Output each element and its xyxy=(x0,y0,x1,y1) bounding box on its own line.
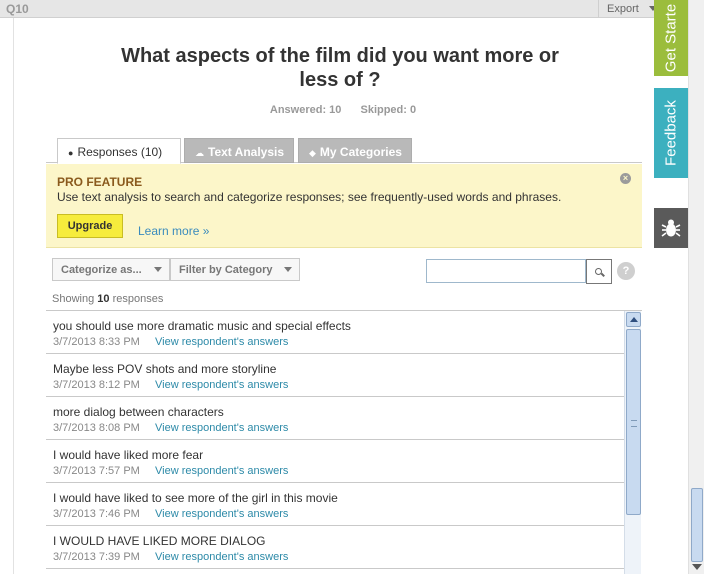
list-item: I would have liked to see more of the gi… xyxy=(46,483,624,526)
bug-icon xyxy=(661,219,681,237)
feedback-label: Feedback xyxy=(662,100,680,166)
chevron-down-icon xyxy=(284,267,292,272)
tab-my-categories-label: My Categories xyxy=(319,145,402,159)
export-button[interactable]: Export xyxy=(598,0,660,18)
question-number: Q10 xyxy=(6,2,29,16)
get-started-tab[interactable]: Get Starte xyxy=(654,0,688,76)
pro-feature-title: PRO FEATURE xyxy=(57,175,143,189)
response-text: I WOULD HAVE LIKED MORE DIALOG xyxy=(53,534,266,548)
help-icon[interactable]: ? xyxy=(617,262,635,280)
responses-list: you should use more dramatic music and s… xyxy=(46,310,642,574)
tag-icon: ◆ xyxy=(309,148,316,158)
get-started-label: Get Starte xyxy=(662,3,680,73)
view-respondent-link[interactable]: View respondent's answers xyxy=(155,465,288,477)
categorize-label: Categorize as... xyxy=(61,264,142,276)
list-item: Maybe less POV shots and more storyline … xyxy=(46,354,624,397)
response-date: 3/7/2013 7:39 PM xyxy=(53,551,140,563)
answered-count: Answered: 10 xyxy=(269,104,342,116)
view-respondent-link[interactable]: View respondent's answers xyxy=(155,422,288,434)
question-header-bar: Q10 Export xyxy=(0,0,660,18)
responses-scrollbar[interactable] xyxy=(624,311,641,574)
content-divider xyxy=(13,18,14,574)
response-text: Maybe less POV shots and more storyline xyxy=(53,362,277,376)
scroll-down-button[interactable] xyxy=(692,564,702,570)
feedback-tab[interactable]: Feedback xyxy=(654,88,688,178)
scrollbar-thumb[interactable] xyxy=(626,329,641,515)
tab-responses-count: (10) xyxy=(140,145,163,159)
tab-my-categories[interactable]: ◆ My Categories xyxy=(298,138,412,163)
showing-prefix: Showing xyxy=(52,293,98,305)
chevron-down-icon xyxy=(154,267,162,272)
response-date: 3/7/2013 7:57 PM xyxy=(53,465,140,477)
view-respondent-link[interactable]: View respondent's answers xyxy=(155,379,288,391)
response-text: you should use more dramatic music and s… xyxy=(53,319,351,333)
view-respondent-link[interactable]: View respondent's answers xyxy=(155,551,288,563)
analysis-tabs: ● Responses (10) ☁ Text Analysis ◆ My Categ… xyxy=(46,136,642,164)
response-text: more dialog between characters xyxy=(53,405,224,419)
pro-feature-banner: PRO FEATURE Use text analysis to search … xyxy=(46,164,642,248)
view-respondent-link[interactable]: View respondent's answers xyxy=(155,336,288,348)
list-item: I would have liked more fear 3/7/2013 7:… xyxy=(46,440,624,483)
learn-more-link[interactable]: Learn more » xyxy=(138,224,209,238)
pro-feature-description: Use text analysis to search and categori… xyxy=(57,190,562,204)
showing-count: Showing 10 responses xyxy=(52,293,163,305)
search-button[interactable] xyxy=(586,259,612,284)
page-scrollbar[interactable] xyxy=(688,0,704,574)
categorize-dropdown[interactable]: Categorize as... xyxy=(52,258,170,281)
search-icon-handle xyxy=(601,272,605,277)
response-text: I would have liked to see more of the gi… xyxy=(53,491,338,505)
speech-bubble-icon: ● xyxy=(68,148,74,158)
scroll-up-button[interactable] xyxy=(626,312,641,327)
skipped-count: Skipped: 0 xyxy=(360,104,417,116)
question-stats: Answered: 10 Skipped: 0 xyxy=(0,104,686,116)
response-date: 3/7/2013 8:12 PM xyxy=(53,379,140,391)
tab-responses[interactable]: ● Responses (10) xyxy=(57,138,181,164)
cloud-icon: ☁ xyxy=(195,148,204,158)
view-respondent-link[interactable]: View respondent's answers xyxy=(155,508,288,520)
tab-text-analysis[interactable]: ☁ Text Analysis xyxy=(184,138,294,163)
filter-by-category-dropdown[interactable]: Filter by Category xyxy=(170,258,300,281)
upgrade-button[interactable]: Upgrade xyxy=(57,214,123,238)
filter-label: Filter by Category xyxy=(179,264,273,276)
response-text: I would have liked more fear xyxy=(53,448,204,462)
response-date: 3/7/2013 8:08 PM xyxy=(53,422,140,434)
page-scrollbar-thumb[interactable] xyxy=(691,488,703,562)
question-title: What aspects of the film did you want mo… xyxy=(121,45,559,91)
response-date: 3/7/2013 8:33 PM xyxy=(53,336,140,348)
list-item: you should use more dramatic music and s… xyxy=(46,311,624,354)
response-date: 3/7/2013 7:46 PM xyxy=(53,508,140,520)
export-label: Export xyxy=(607,3,639,15)
list-item: I WOULD HAVE LIKED MORE DIALOG 3/7/2013 … xyxy=(46,526,624,569)
tab-text-analysis-label: Text Analysis xyxy=(208,145,285,159)
report-bug-button[interactable] xyxy=(654,208,688,248)
showing-number: 10 xyxy=(97,293,110,305)
list-item: more dialog between characters 3/7/2013 … xyxy=(46,397,624,440)
tab-responses-label: Responses xyxy=(77,145,138,159)
close-icon[interactable]: × xyxy=(620,173,631,184)
showing-suffix: responses xyxy=(109,293,164,305)
search-input[interactable] xyxy=(426,259,586,283)
